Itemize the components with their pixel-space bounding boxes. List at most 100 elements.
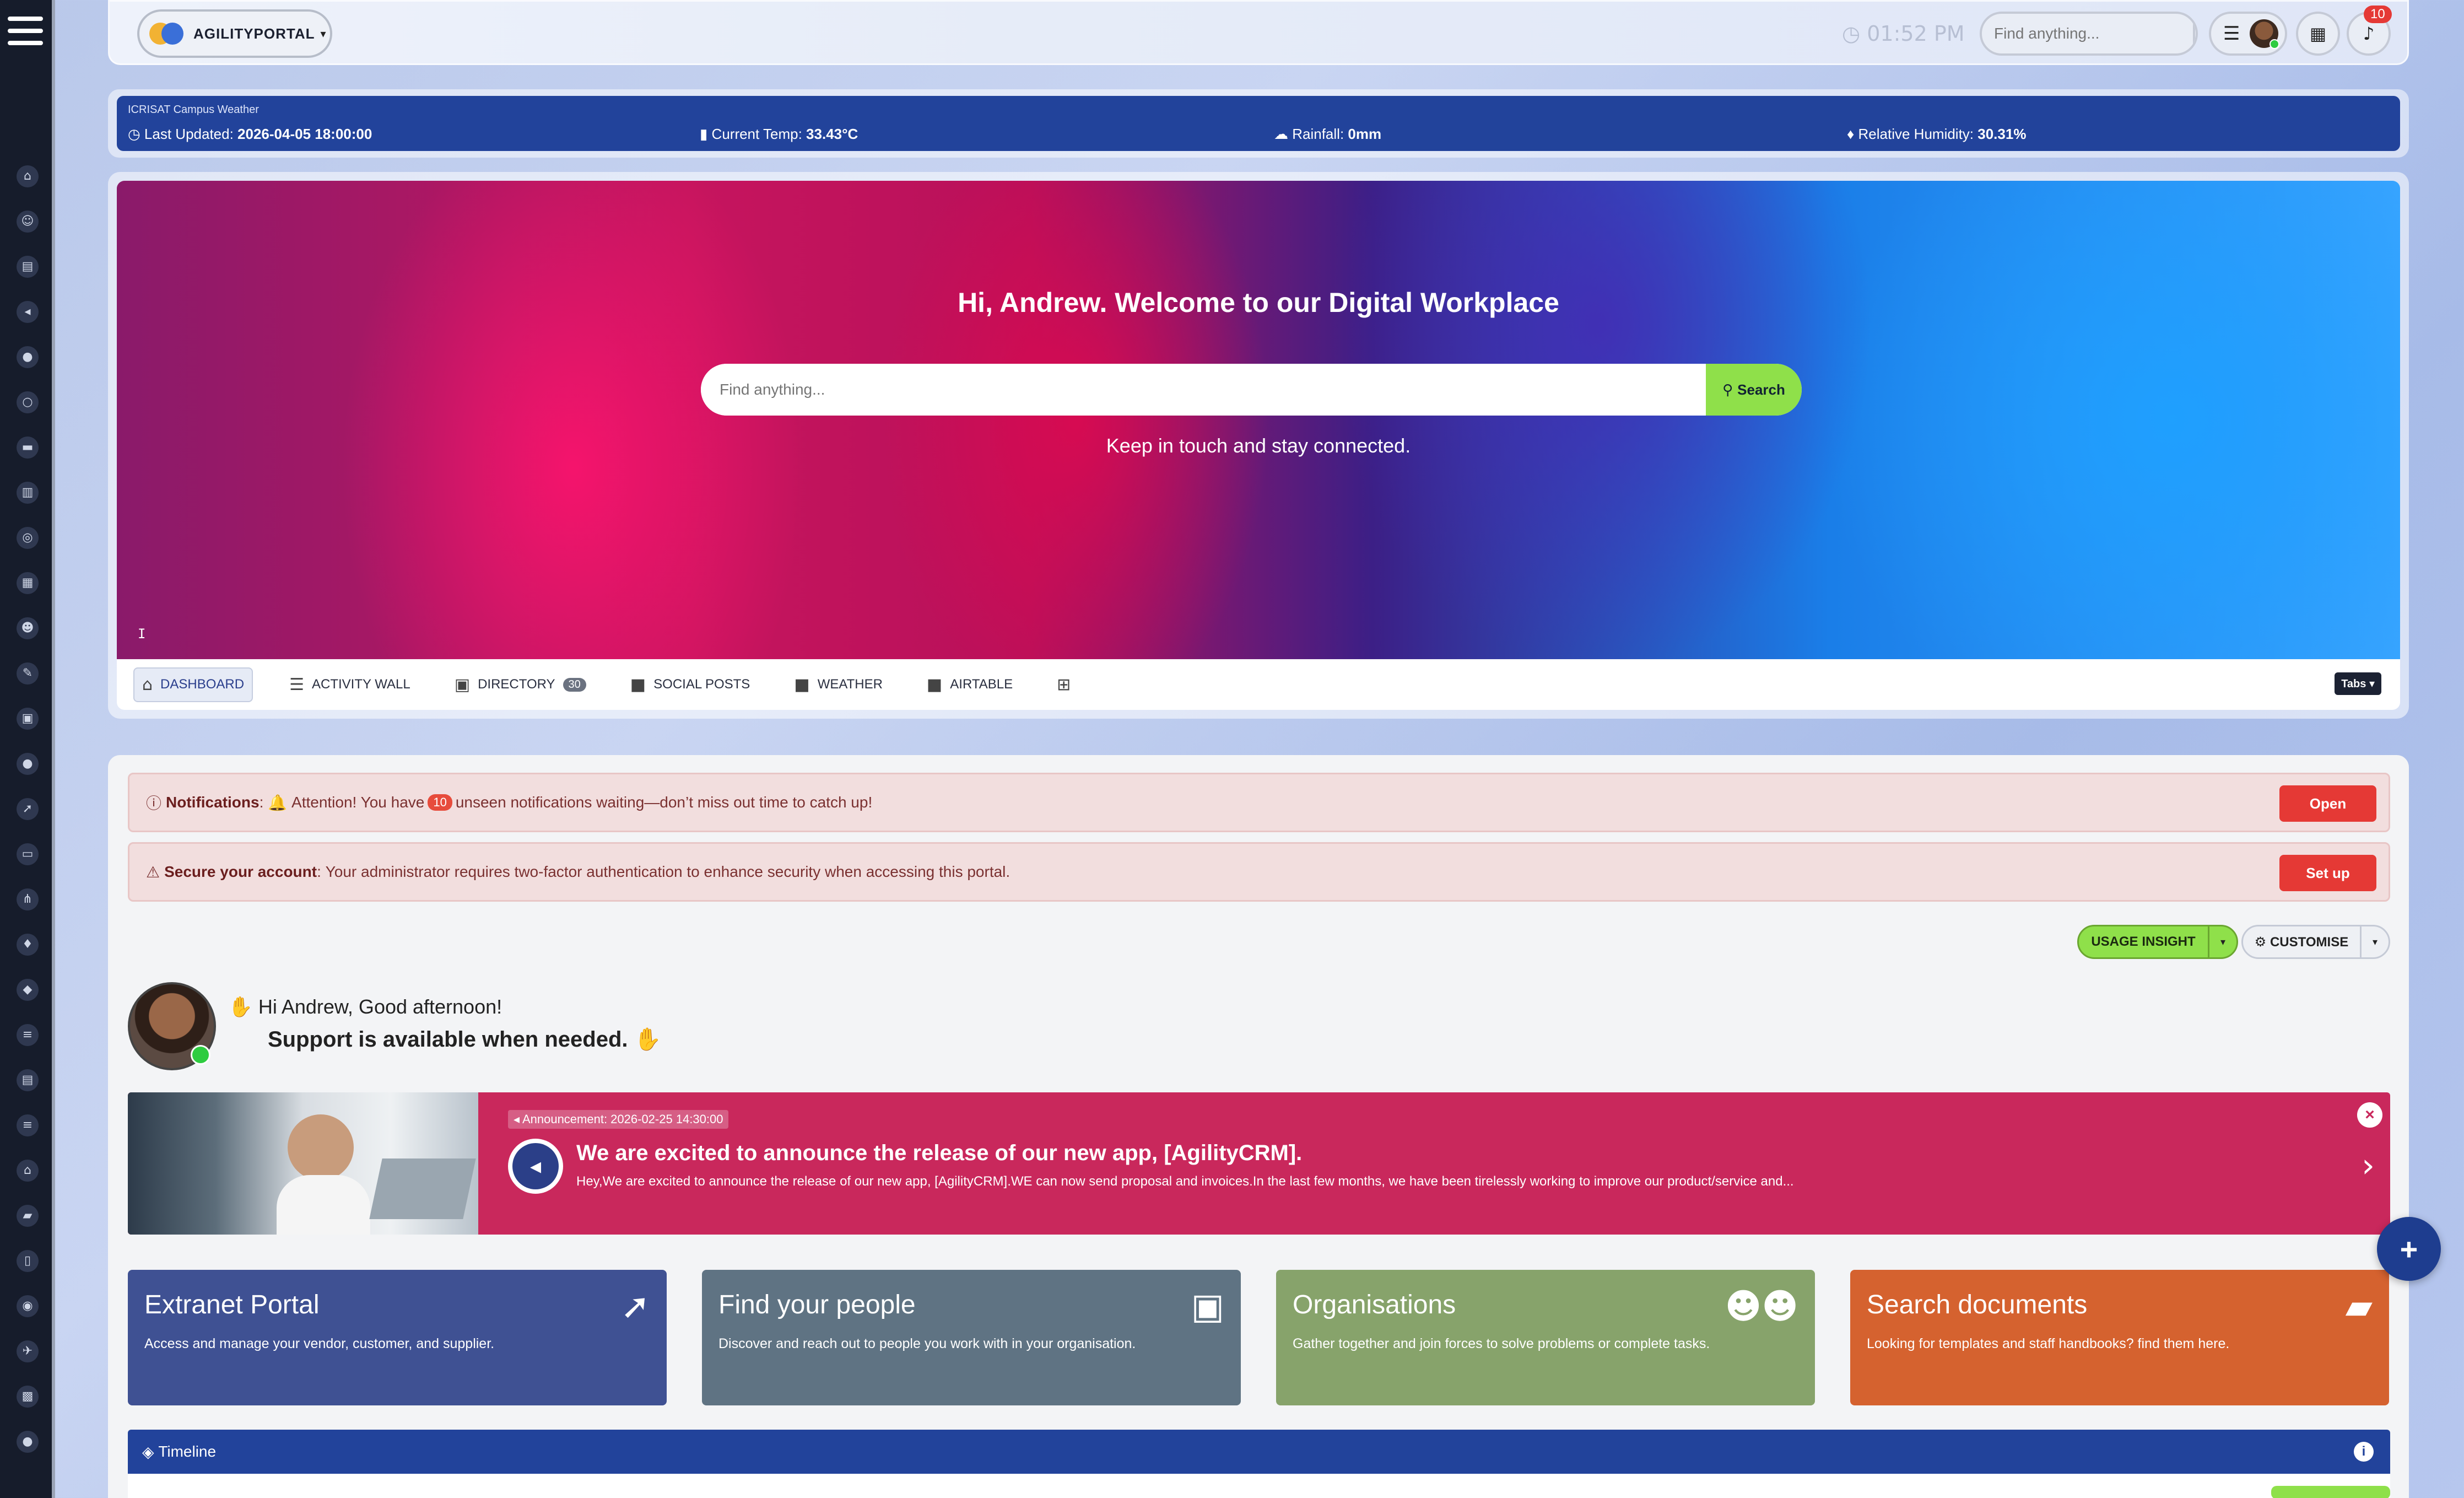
card-find-people[interactable]: Find your people Discover and reach out … (702, 1270, 1241, 1405)
floating-add-button[interactable]: + (2377, 1217, 2441, 1281)
chevron-down-icon[interactable]: ▾ (2360, 926, 2389, 957)
notification-badge: 10 (2364, 6, 2392, 23)
sidebar-sitemap-icon[interactable]: ⋔ (17, 888, 39, 910)
info-icon[interactable]: i (2354, 1442, 2374, 1462)
sidebar-target-icon[interactable]: ◉ (17, 1295, 39, 1317)
sidebar-document-icon[interactable]: ▤ (17, 256, 39, 278)
cube-icon: ◈ (142, 1443, 159, 1461)
sidebar-people-icon[interactable]: ☺ (17, 211, 39, 233)
hero-search-input[interactable] (701, 364, 1706, 416)
temp-label: Current Temp: (711, 126, 802, 142)
sidebar-tool-icon[interactable]: ✎ (17, 662, 39, 685)
main-content: ⓘ Notifications: 🔔 Attention! You have 1… (108, 755, 2409, 1498)
brand-logo-icon (149, 20, 185, 47)
tab-directory[interactable]: ▣ DIRECTORY 30 (447, 669, 594, 701)
usage-insight-button[interactable]: USAGE INSIGHT ▾ (2077, 925, 2238, 959)
tab-label: DASHBOARD (160, 677, 245, 692)
sidebar-clipboard-icon[interactable]: ▤ (17, 1069, 39, 1091)
card-search-documents[interactable]: Search documents Looking for templates a… (1850, 1270, 2389, 1405)
sidebar-plane-icon[interactable]: ✈ (17, 1340, 39, 1362)
tab-activity-wall[interactable]: ☰ ACTIVITY WALL (282, 669, 418, 701)
card-desc: Looking for templates and staff handbook… (1867, 1336, 2230, 1351)
timeline-body (128, 1474, 2390, 1498)
notifications-alert: ⓘ Notifications: 🔔 Attention! You have 1… (128, 773, 2390, 832)
waving-hand-icon: ✋ (228, 996, 253, 1019)
last-updated-value: 2026-04-05 18:00:00 (237, 126, 372, 142)
hero-search-button[interactable]: ⚲ Search (1706, 364, 1802, 416)
sidebar-calendar-icon[interactable]: ▦ (17, 572, 39, 594)
alert-text-after: unseen notifications waiting—don’t miss … (455, 794, 873, 811)
setup-2fa-button[interactable]: Set up (2279, 855, 2376, 891)
sidebar-messages-icon[interactable]: ● (17, 1431, 39, 1453)
chevron-down-icon: ▾ (320, 27, 326, 40)
support-text: Support is available when needed. (268, 1027, 628, 1052)
sidebar-file-icon[interactable]: ▯ (17, 1250, 39, 1272)
weather-panel: ICRISAT Campus Weather ◷ Last Updated: 2… (108, 89, 2409, 158)
timeline-action-button[interactable] (2315, 1486, 2390, 1498)
add-tab-button[interactable]: ⊞ (1049, 669, 1078, 701)
user-avatar[interactable] (128, 982, 216, 1070)
customise-label: ⚙ CUSTOMISE (2254, 934, 2349, 950)
rain-value: 0mm (1348, 126, 1382, 142)
sidebar-comment-icon[interactable]: ● (17, 753, 39, 775)
search-icon[interactable]: ⚲ (2193, 14, 2196, 53)
tabs-dropdown[interactable]: Tabs ▾ (2335, 672, 2381, 695)
sidebar-megaphone-icon[interactable]: ◂ (17, 301, 39, 323)
chevron-right-icon[interactable]: › (2362, 1146, 2375, 1185)
sidebar-home-icon[interactable]: ⌂ (17, 165, 39, 187)
tab-social-posts[interactable]: ■ SOCIAL POSTS (623, 669, 758, 701)
sidebar-folder-icon[interactable]: ▰ (17, 1205, 39, 1227)
open-notifications-button[interactable]: Open (2279, 785, 2376, 822)
top-search-input[interactable] (1982, 14, 2193, 53)
sidebar-drop-icon[interactable]: ♦ (17, 934, 39, 956)
sidebar-tag-icon[interactable]: ◆ (17, 979, 39, 1001)
sidebar-id-card-icon[interactable]: ▭ (17, 843, 39, 865)
sidebar-menu-icon[interactable]: ≡ (17, 1114, 39, 1136)
weather-temp: ▮ Current Temp: 33.43°C (700, 126, 858, 143)
waving-hand-icon: ✋ (634, 1027, 662, 1052)
sidebar-search-icon[interactable]: ○ (17, 391, 39, 413)
folder-plus-icon: ▰ (2345, 1286, 2373, 1327)
tab-label: DIRECTORY (478, 677, 555, 692)
alert-text-before: Attention! You have (291, 794, 425, 811)
brand-name: AGILITYPORTAL (193, 25, 315, 42)
hamburger-menu-icon[interactable] (8, 17, 43, 45)
chevron-down-icon[interactable]: ▾ (2208, 926, 2236, 957)
tab-airtable[interactable]: ■ AIRTABLE (919, 669, 1020, 701)
tab-label: AIRTABLE (950, 677, 1013, 692)
alert-title: Notifications (166, 794, 260, 811)
announcement-banner[interactable]: ◂ Announcement: 2026-02-25 14:30:00 ◂ We… (128, 1092, 2390, 1235)
sidebar-chat-icon[interactable]: ● (17, 346, 39, 368)
card-desc: Discover and reach out to people you wor… (718, 1336, 1136, 1351)
tab-weather[interactable]: ■ WEATHER (786, 669, 890, 701)
sidebar-image-icon[interactable]: ▣ (17, 708, 39, 730)
unseen-count-badge: 10 (428, 794, 452, 811)
card-title: Search documents (1867, 1290, 2088, 1319)
tab-dashboard[interactable]: ⌂ DASHBOARD (133, 667, 253, 702)
thermometer-icon: ▮ (700, 126, 708, 142)
square-icon: ■ (926, 675, 943, 694)
megaphone-icon: ◂ (508, 1139, 563, 1194)
sidebar-bank-icon[interactable]: ⌂ (17, 1160, 39, 1182)
top-header: AGILITYPORTAL ▾ ◷ 01:52 PM ⚲ ☰ ▦ ♪ (108, 0, 2409, 65)
card-desc: Gather together and join forces to solve… (1293, 1336, 1710, 1351)
greeting-line-1: ✋ Hi Andrew, Good afternoon! (228, 995, 502, 1019)
sidebar-archive-icon[interactable]: ▩ (17, 1386, 39, 1408)
humidity-label: Relative Humidity: (1858, 126, 1974, 142)
user-menu[interactable]: ☰ (2209, 12, 2287, 56)
brand-switcher[interactable]: AGILITYPORTAL ▾ (137, 9, 332, 58)
sidebar-globe-icon[interactable]: ◎ (17, 527, 39, 549)
sidebar-rocket-icon[interactable]: ➚ (17, 798, 39, 820)
calendar-icon[interactable]: ▦ (2296, 12, 2340, 56)
cloud-rain-icon: ☁ (1274, 126, 1288, 142)
weather-humidity: ♦ Relative Humidity: 30.31% (1847, 126, 2026, 143)
weather-last-updated: ◷ Last Updated: 2026-04-05 18:00:00 (128, 126, 372, 143)
customise-button[interactable]: ⚙ CUSTOMISE ▾ (2241, 925, 2390, 959)
card-organisations[interactable]: Organisations Gather together and join f… (1276, 1270, 1815, 1405)
close-icon[interactable]: × (2357, 1102, 2382, 1128)
card-extranet-portal[interactable]: Extranet Portal Access and manage your v… (128, 1270, 667, 1405)
sidebar-card-icon[interactable]: ▬ (17, 437, 39, 459)
sidebar-book-icon[interactable]: ▥ (17, 482, 39, 504)
sidebar-list-icon[interactable]: ≡ (17, 1024, 39, 1046)
sidebar-group-icon[interactable]: ☻ (17, 617, 39, 639)
